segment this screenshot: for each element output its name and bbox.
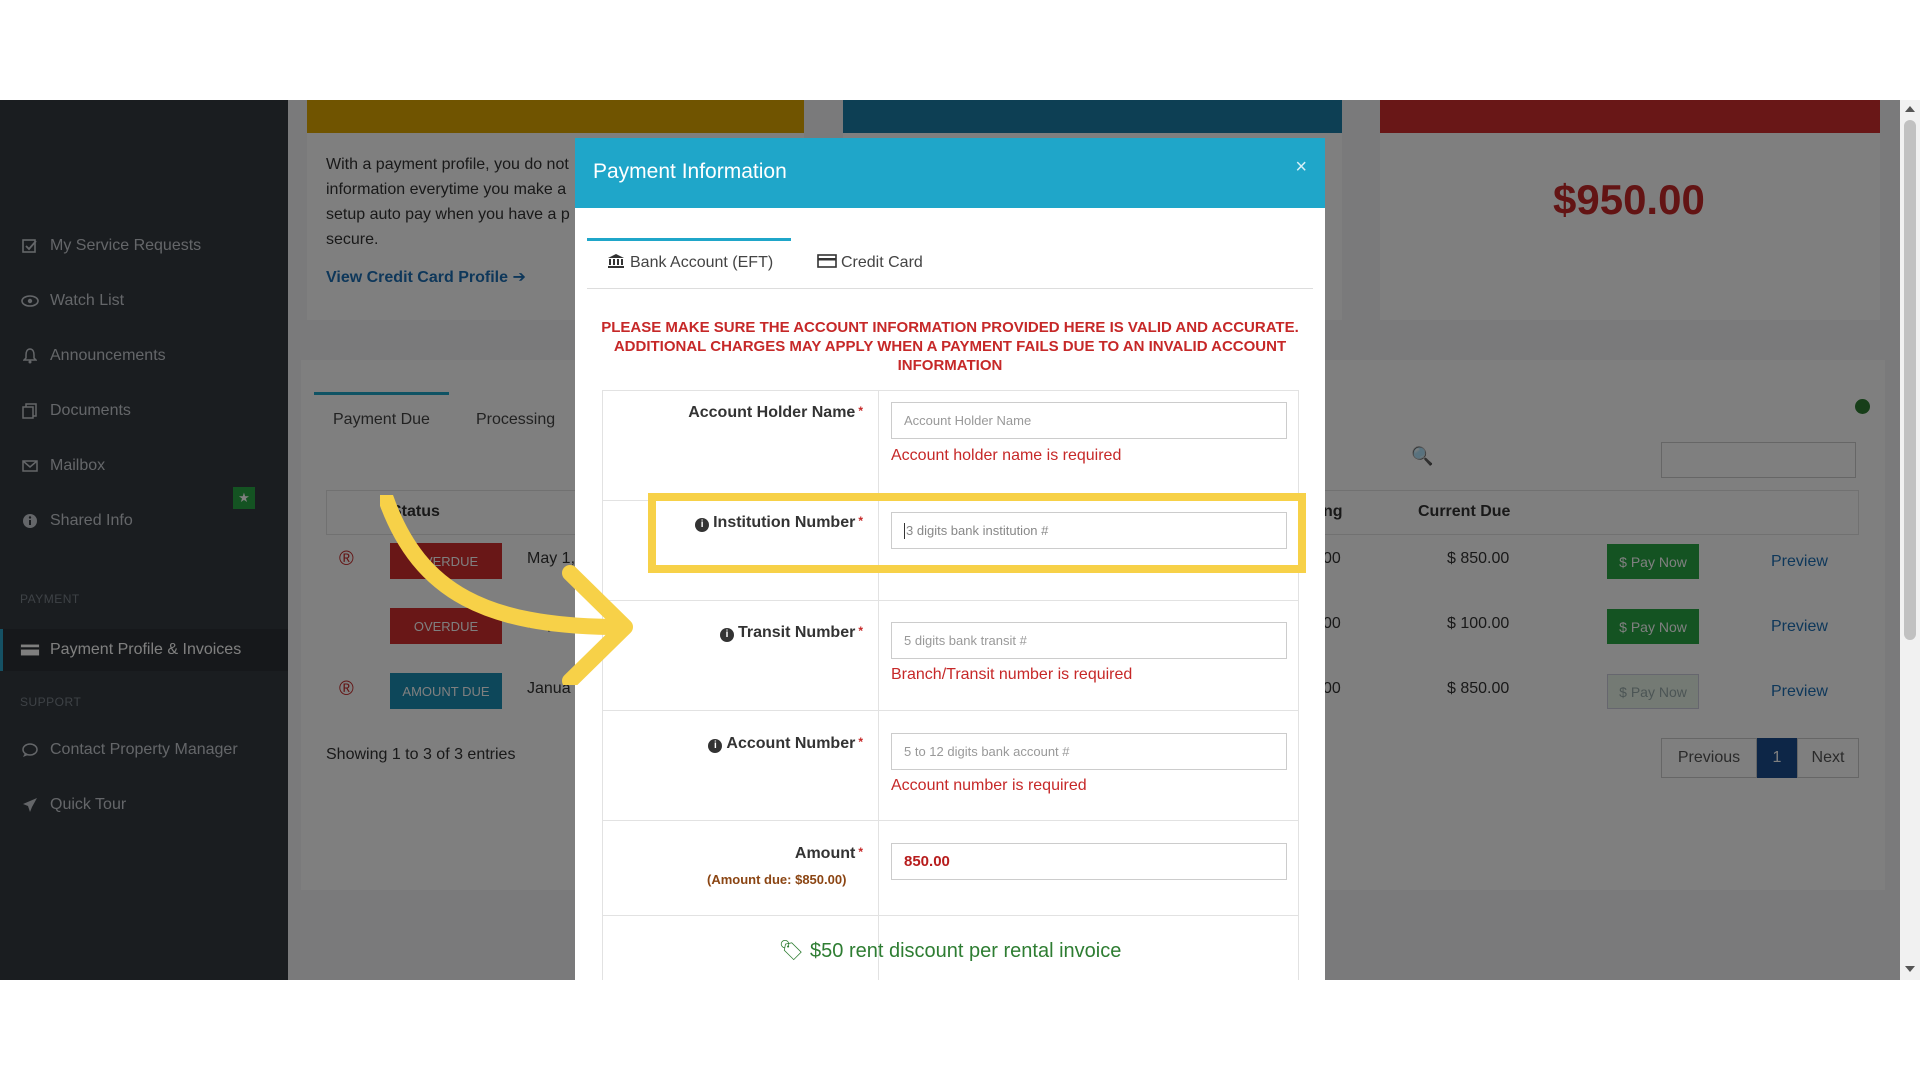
row-divider bbox=[602, 600, 1299, 601]
account-holder-error: Account holder name is required bbox=[891, 447, 1122, 464]
scroll-up-icon[interactable] bbox=[1905, 106, 1915, 112]
modal-header: Payment Information × bbox=[575, 138, 1325, 208]
account-warning: PLEASE MAKE SURE THE ACCOUNT INFORMATION… bbox=[601, 319, 1299, 374]
tab-label: Credit Card bbox=[841, 254, 923, 271]
row-divider bbox=[602, 710, 1299, 711]
account-number-input[interactable]: 5 to 12 digits bank account # bbox=[891, 733, 1287, 770]
credit-card-icon bbox=[817, 253, 837, 273]
account-holder-label: Account Holder Name * bbox=[688, 404, 863, 421]
info-icon: i bbox=[708, 739, 723, 753]
close-icon[interactable]: × bbox=[1295, 156, 1307, 179]
app-viewport: My Service Requests Watch List Announcem… bbox=[0, 100, 1920, 980]
row-divider bbox=[602, 915, 1299, 916]
amount-label: Amount * bbox=[794, 845, 863, 862]
tag-icon: 🏷 bbox=[778, 940, 805, 962]
scroll-thumb[interactable] bbox=[1904, 120, 1916, 640]
tutorial-highlight bbox=[648, 493, 1306, 573]
tutorial-arrow-icon bbox=[380, 495, 633, 685]
column-divider bbox=[878, 390, 879, 980]
info-icon: i bbox=[719, 628, 734, 642]
modal-title: Payment Information bbox=[593, 160, 787, 183]
amount-due-note: (Amount due: $850.00) bbox=[707, 872, 847, 887]
bank-icon bbox=[607, 253, 625, 274]
tab-label: Bank Account (EFT) bbox=[630, 254, 774, 271]
scroll-down-icon[interactable] bbox=[1905, 966, 1915, 972]
rent-discount: 🏷 $50 rent discount per rental invoice bbox=[778, 940, 1122, 962]
page-scrollbar[interactable] bbox=[1900, 100, 1920, 980]
transit-number-error: Branch/Transit number is required bbox=[891, 666, 1133, 683]
account-number-label: i Account Number * bbox=[708, 735, 863, 753]
amount-input[interactable]: 850.00 bbox=[891, 843, 1287, 880]
account-holder-input[interactable]: Account Holder Name bbox=[891, 402, 1287, 439]
transit-number-input[interactable]: 5 digits bank transit # bbox=[891, 622, 1287, 659]
account-number-error: Account number is required bbox=[891, 777, 1087, 794]
tab-bank-account[interactable]: Bank Account (EFT) bbox=[607, 238, 773, 288]
bank-form bbox=[602, 390, 1299, 980]
tab-credit-card[interactable]: Credit Card bbox=[817, 238, 923, 288]
tab-divider bbox=[587, 288, 1313, 289]
row-divider bbox=[602, 820, 1299, 821]
transit-number-label: i Transit Number * bbox=[719, 624, 863, 642]
